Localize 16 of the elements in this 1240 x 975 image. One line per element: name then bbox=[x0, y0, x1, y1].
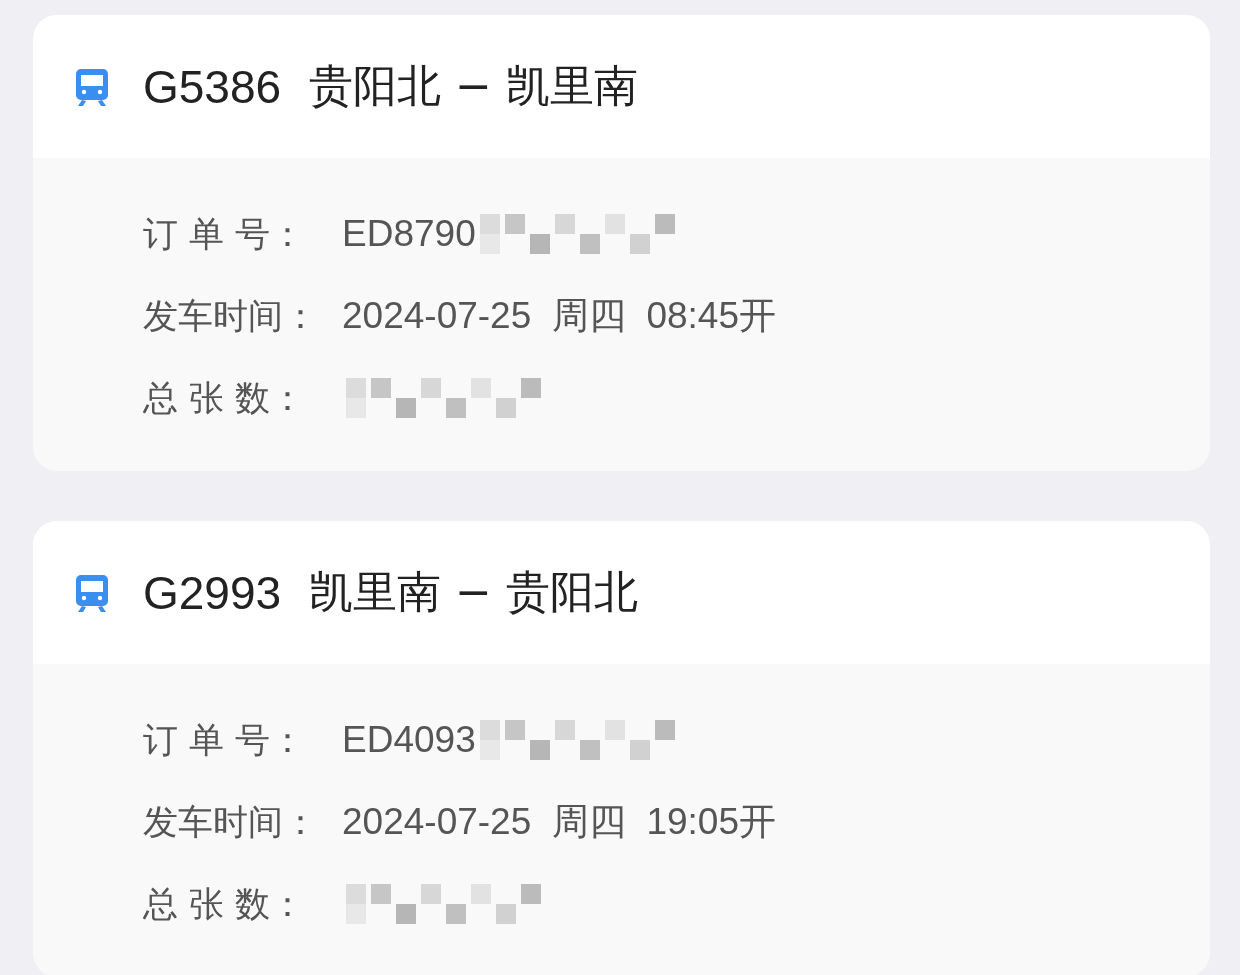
field-label: 发车时间： bbox=[143, 294, 319, 338]
route-title: 凯里南 − 贵阳北 bbox=[309, 565, 638, 619]
field-label: 总 张 数： bbox=[143, 882, 307, 926]
field-label: 总 张 数： bbox=[143, 376, 307, 420]
field-label: 订 单 号： bbox=[143, 212, 307, 256]
field-value: 2024-07-25 周四 19:05开 bbox=[342, 800, 776, 844]
field-label: 发车时间： bbox=[143, 800, 319, 844]
route-title: 贵阳北 − 凯里南 bbox=[309, 59, 638, 113]
field-value: ED4093 bbox=[342, 719, 476, 761]
train-icon bbox=[75, 572, 109, 613]
field-value: ED8790 bbox=[342, 213, 476, 255]
train-number: G2993 bbox=[143, 565, 282, 620]
field-value: 2024-07-25 周四 08:45开 bbox=[342, 294, 776, 338]
field-label: 订 单 号： bbox=[143, 718, 307, 762]
train-icon bbox=[75, 66, 109, 107]
train-number: G5386 bbox=[143, 59, 282, 114]
